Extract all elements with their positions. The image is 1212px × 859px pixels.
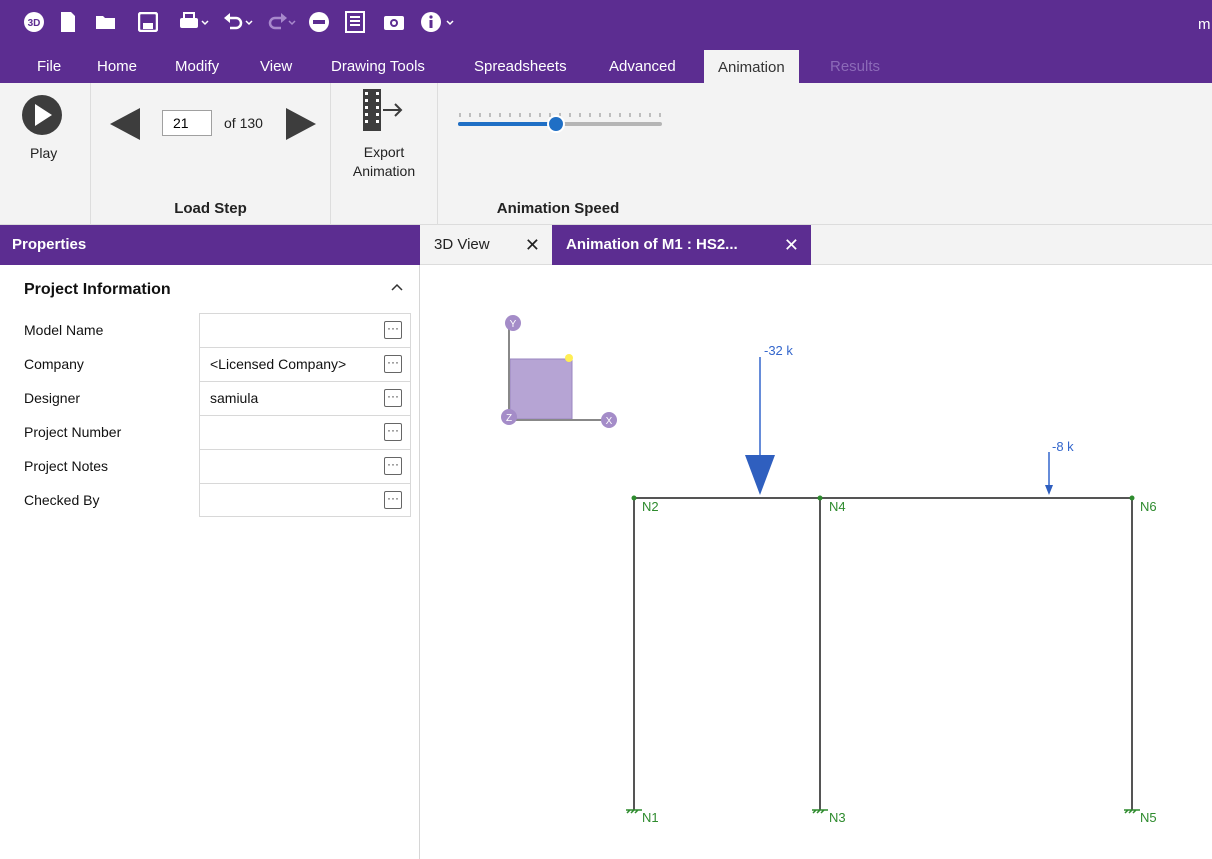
project-information-title: Project Information bbox=[24, 281, 171, 298]
close-icon[interactable]: ✕ bbox=[784, 225, 799, 265]
tab-animation-label: Animation of M1 : HS2... bbox=[566, 236, 738, 253]
frame-members bbox=[633, 497, 1133, 810]
load-step-group-label: Load Step bbox=[174, 200, 247, 217]
3d-logo-icon[interactable]: 3D bbox=[23, 10, 45, 34]
load-step-value: 21 bbox=[173, 115, 189, 131]
designer-label: Designer bbox=[24, 390, 81, 406]
menu-results[interactable]: Results bbox=[830, 50, 880, 83]
undo-icon[interactable] bbox=[222, 10, 256, 34]
designer-value: samiula bbox=[210, 390, 259, 406]
menu-view[interactable]: View bbox=[260, 50, 292, 83]
ellipsis-button[interactable]: ··· bbox=[384, 491, 402, 509]
tab-3d-view[interactable]: 3D View ✕ bbox=[420, 225, 552, 265]
supports bbox=[626, 809, 1140, 814]
info-icon[interactable] bbox=[420, 10, 460, 34]
close-icon[interactable]: ✕ bbox=[525, 225, 540, 265]
ribbon-tabs: File Home Modify View Drawing Tools Spre… bbox=[0, 50, 1212, 83]
export-label-line1: Export bbox=[363, 144, 405, 160]
play-label: Play bbox=[30, 145, 58, 161]
ellipsis-button[interactable]: ··· bbox=[384, 457, 402, 475]
load-step-total: of 130 bbox=[224, 115, 263, 131]
animation-speed-label: Animation Speed bbox=[496, 200, 620, 217]
menu-spreadsheets[interactable]: Spreadsheets bbox=[474, 50, 567, 83]
point-load-32k[interactable]: -32 k bbox=[745, 343, 793, 495]
node-label-n6: N6 bbox=[1140, 499, 1157, 514]
properties-header: Properties bbox=[0, 225, 420, 265]
next-step-button[interactable] bbox=[284, 106, 318, 142]
node-label-n2: N2 bbox=[642, 499, 659, 514]
minus-circle-icon[interactable] bbox=[308, 10, 330, 34]
svg-text:3D: 3D bbox=[28, 18, 41, 29]
animation-speed-slider[interactable] bbox=[458, 105, 664, 135]
fixed-support-icon bbox=[1124, 809, 1140, 814]
menu-advanced[interactable]: Advanced bbox=[609, 50, 676, 83]
triangle-left-icon bbox=[110, 108, 140, 140]
play-icon bbox=[22, 95, 62, 135]
fixed-support-icon bbox=[812, 809, 828, 814]
report-icon[interactable] bbox=[345, 10, 365, 34]
triangle-right-icon bbox=[286, 108, 316, 140]
menu-file[interactable]: File bbox=[37, 50, 61, 83]
company-field[interactable]: <Licensed Company> ··· bbox=[199, 347, 411, 381]
node-marker[interactable] bbox=[817, 495, 823, 501]
properties-panel: Project Information Model Name ··· Compa… bbox=[0, 265, 420, 859]
model-viewport[interactable]: Y Z X N2 N4 N6 N1 N3 N5 -32 k -8 k bbox=[420, 265, 1212, 859]
project-notes-label: Project Notes bbox=[24, 458, 109, 474]
animation-ribbon: Play 21 of 130 Load Step Export Animatio… bbox=[0, 83, 1212, 225]
print-icon[interactable] bbox=[178, 10, 212, 34]
document-tabs: 3D View ✕ Animation of M1 : HS2... ✕ bbox=[420, 225, 1212, 265]
node-label-n5: N5 bbox=[1140, 810, 1157, 825]
menu-drawing-tools[interactable]: Drawing Tools bbox=[331, 50, 425, 83]
company-label: Company bbox=[24, 356, 84, 372]
node-label-n3: N3 bbox=[829, 810, 846, 825]
export-animation-button[interactable]: Export Animation bbox=[331, 83, 437, 193]
project-number-field[interactable]: ··· bbox=[199, 415, 411, 449]
previous-step-button[interactable] bbox=[108, 106, 142, 142]
save-icon[interactable] bbox=[138, 10, 158, 34]
model-name-label: Model Name bbox=[24, 322, 104, 338]
open-folder-icon[interactable] bbox=[95, 10, 117, 34]
load-label-32k: -32 k bbox=[764, 343, 793, 358]
menu-modify[interactable]: Modify bbox=[175, 50, 219, 83]
node-marker[interactable] bbox=[1129, 495, 1135, 501]
company-value: <Licensed Company> bbox=[210, 356, 347, 372]
export-label-line2: Animation bbox=[352, 163, 416, 179]
model-name-field[interactable]: ··· bbox=[199, 313, 411, 347]
chevron-up-icon[interactable] bbox=[390, 279, 404, 295]
checked-by-field[interactable]: ··· bbox=[199, 483, 411, 517]
load-step-input[interactable]: 21 bbox=[162, 110, 212, 136]
quick-access-toolbar: 3D m bbox=[0, 0, 1212, 50]
ellipsis-button[interactable]: ··· bbox=[384, 389, 402, 407]
axis-x-label: X bbox=[606, 416, 613, 427]
play-button[interactable]: Play bbox=[18, 91, 74, 171]
view-orientation-cube[interactable]: Y Z X bbox=[501, 315, 617, 428]
node-label-n4: N4 bbox=[829, 499, 846, 514]
designer-field[interactable]: samiula ··· bbox=[199, 381, 411, 415]
camera-icon[interactable] bbox=[383, 10, 405, 34]
load-label-8k: -8 k bbox=[1052, 439, 1074, 454]
new-file-icon[interactable] bbox=[60, 10, 76, 34]
axis-y-label: Y bbox=[510, 319, 517, 330]
ellipsis-button[interactable]: ··· bbox=[384, 423, 402, 441]
project-notes-field[interactable]: ··· bbox=[199, 449, 411, 483]
film-export-icon bbox=[363, 89, 403, 131]
menu-animation[interactable]: Animation bbox=[704, 50, 799, 83]
fixed-support-icon bbox=[626, 809, 642, 814]
menu-home[interactable]: Home bbox=[97, 50, 137, 83]
window-title: m bbox=[1198, 16, 1211, 33]
project-number-label: Project Number bbox=[24, 424, 122, 440]
ellipsis-button[interactable]: ··· bbox=[384, 321, 402, 339]
point-load-8k[interactable]: -8 k bbox=[1045, 439, 1074, 495]
ellipsis-button[interactable]: ··· bbox=[384, 355, 402, 373]
node-label-n1: N1 bbox=[642, 810, 659, 825]
node-marker[interactable] bbox=[631, 495, 637, 501]
tab-animation[interactable]: Animation of M1 : HS2... ✕ bbox=[552, 225, 811, 265]
checked-by-label: Checked By bbox=[24, 492, 100, 508]
tab-3d-view-label: 3D View bbox=[434, 236, 490, 253]
redo-icon[interactable] bbox=[265, 10, 299, 34]
axis-z-label: Z bbox=[506, 413, 512, 424]
